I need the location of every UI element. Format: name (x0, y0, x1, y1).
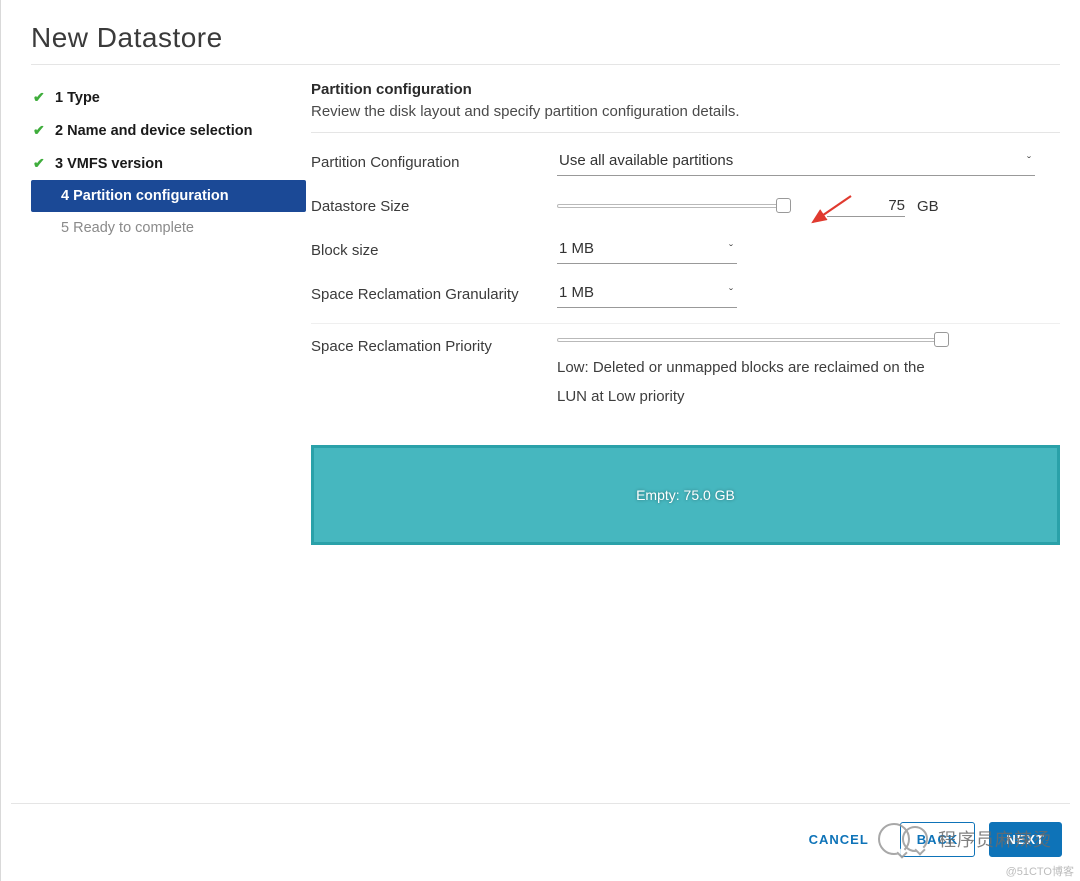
label-datastore-size: Datastore Size (311, 198, 557, 215)
size-unit: GB (917, 198, 939, 215)
back-button[interactable]: BACK (900, 822, 976, 857)
section-description: Review the disk layout and specify parti… (311, 103, 1060, 133)
step-label: 5 Ready to complete (61, 220, 194, 236)
step-label: 1 Type (55, 90, 100, 106)
space-granularity-select[interactable]: 1 MB ˇ (557, 280, 737, 308)
select-value: Use all available partitions (559, 152, 733, 169)
step-vmfs-version[interactable]: ✔ 3 VMFS version (31, 147, 306, 180)
dialog-title: New Datastore (31, 22, 1060, 65)
priority-description: Low: Deleted or unmapped blocks are recl… (557, 354, 957, 411)
step-ready-complete: 5 Ready to complete (31, 212, 306, 244)
select-value: 1 MB (559, 240, 594, 257)
disk-layout-label: Empty: 75.0 GB (636, 487, 735, 503)
step-partition-config[interactable]: 4 Partition configuration (31, 180, 306, 212)
row-partition-config: Partition Configuration Use all availabl… (311, 147, 1060, 177)
row-datastore-size: Datastore Size GB (311, 191, 1060, 221)
label-block-size: Block size (311, 242, 557, 259)
step-type[interactable]: ✔ 1 Type (31, 81, 306, 114)
step-label: 2 Name and device selection (55, 123, 252, 139)
step-name-device[interactable]: ✔ 2 Name and device selection (31, 114, 306, 147)
select-value: 1 MB (559, 284, 594, 301)
chevron-down-icon: ˇ (1027, 154, 1031, 168)
label-space-priority: Space Reclamation Priority (311, 338, 557, 355)
space-priority-slider[interactable] (557, 338, 947, 342)
chevron-down-icon: ˇ (729, 242, 733, 256)
check-icon: ✔ (33, 122, 47, 139)
dialog-body: ✔ 1 Type ✔ 2 Name and device selection ✔… (31, 81, 1060, 545)
cancel-button[interactable]: CANCEL (792, 822, 886, 857)
separator (311, 323, 1060, 324)
check-icon: ✔ (33, 155, 47, 172)
priority-wrap: Low: Deleted or unmapped blocks are recl… (557, 338, 1060, 411)
next-button[interactable]: NEXT (989, 822, 1062, 857)
row-space-priority: Space Reclamation Priority Low: Deleted … (311, 338, 1060, 411)
section-heading: Partition configuration (311, 81, 1060, 98)
block-size-select[interactable]: 1 MB ˇ (557, 236, 737, 264)
new-datastore-dialog: New Datastore ✔ 1 Type ✔ 2 Name and devi… (0, 0, 1080, 881)
main-panel: Partition configuration Review the disk … (306, 81, 1060, 545)
dialog-footer: CANCEL BACK NEXT (11, 803, 1070, 875)
partition-config-select[interactable]: Use all available partitions ˇ (557, 148, 1035, 176)
row-space-granularity: Space Reclamation Granularity 1 MB ˇ (311, 279, 1060, 309)
label-partition-config: Partition Configuration (311, 154, 557, 171)
step-label: 3 VMFS version (55, 156, 163, 172)
chevron-down-icon: ˇ (729, 286, 733, 300)
datastore-size-slider[interactable] (557, 204, 789, 208)
step-label: 4 Partition configuration (61, 188, 229, 204)
slider-thumb[interactable] (776, 198, 791, 213)
datastore-size-input[interactable] (827, 195, 905, 217)
disk-layout-diagram: Empty: 75.0 GB (311, 445, 1060, 545)
slider-thumb[interactable] (934, 332, 949, 347)
label-space-granularity: Space Reclamation Granularity (311, 286, 557, 303)
row-block-size: Block size 1 MB ˇ (311, 235, 1060, 265)
check-icon: ✔ (33, 89, 47, 106)
watermark-small: @51CTO博客 (1006, 863, 1074, 879)
wizard-steps: ✔ 1 Type ✔ 2 Name and device selection ✔… (31, 81, 306, 545)
